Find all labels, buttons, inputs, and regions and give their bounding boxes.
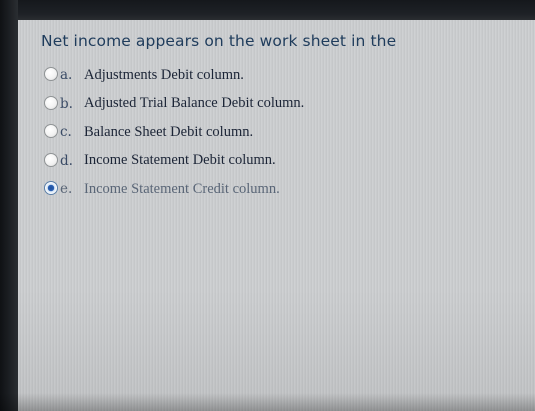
monitor-bezel-left: [0, 0, 18, 411]
radio-button-empty-icon[interactable]: [44, 124, 58, 139]
screen-bottom-shade: [0, 393, 535, 411]
option-b-letter: b.: [60, 95, 73, 112]
option-e[interactable]: e. Income Statement Credit column.: [44, 175, 524, 204]
option-d-label[interactable]: Income Statement Debit column.: [84, 152, 276, 169]
radio-button-filled-icon[interactable]: [44, 181, 58, 196]
option-a-letter: a.: [60, 67, 73, 84]
monitor-bezel-top: [0, 0, 535, 20]
option-d[interactable]: d. Income Statement Debit column.: [44, 147, 524, 176]
option-d-letter: d.: [60, 152, 73, 169]
radio-button-empty-icon[interactable]: [44, 95, 58, 110]
option-e-letter: e.: [60, 181, 73, 198]
radio-button-empty-icon[interactable]: [44, 152, 58, 167]
quiz-panel: Net income appears on the work sheet in …: [18, 20, 535, 411]
radio-button-empty-icon[interactable]: [44, 67, 58, 82]
screen: Net income appears on the work sheet in …: [0, 0, 535, 411]
option-c-label[interactable]: Balance Sheet Debit column.: [84, 124, 253, 141]
question-text: Net income appears on the work sheet in …: [41, 32, 397, 50]
option-c-letter: c.: [60, 124, 72, 141]
option-b[interactable]: b. Adjusted Trial Balance Debit column.: [44, 90, 524, 119]
option-c[interactable]: c. Balance Sheet Debit column.: [44, 118, 524, 147]
option-a[interactable]: a. Adjustments Debit column.: [44, 61, 524, 90]
option-e-label[interactable]: Income Statement Credit column.: [84, 181, 280, 198]
option-a-label[interactable]: Adjustments Debit column.: [84, 67, 244, 84]
option-b-label[interactable]: Adjusted Trial Balance Debit column.: [84, 95, 304, 112]
answer-options: a. Adjustments Debit column. b. Adjusted…: [44, 61, 524, 204]
